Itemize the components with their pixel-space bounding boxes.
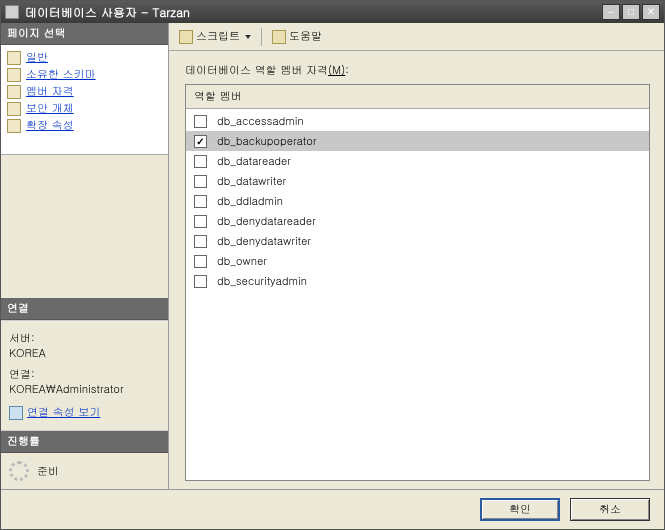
- role-checkbox[interactable]: [194, 175, 207, 188]
- role-checkbox[interactable]: [194, 155, 207, 168]
- role-row[interactable]: db_denydatawriter: [186, 231, 649, 251]
- role-name: db_denydatawriter: [217, 234, 311, 249]
- right-panel: 스크립트 도움말 데이터베이스 역할 멤버 자격(M): 역할 멤버 db_ac…: [169, 23, 664, 489]
- page-item-label: 보안 개체: [26, 101, 74, 116]
- progress-section: 준비: [1, 453, 168, 489]
- role-checkbox[interactable]: [194, 195, 207, 208]
- role-membership-label: 데이터베이스 역할 멤버 자격(M):: [185, 63, 650, 78]
- role-checkbox[interactable]: [194, 215, 207, 228]
- left-spacer: [1, 155, 168, 298]
- view-connection-label: 연결 속성 보기: [27, 405, 100, 420]
- ok-button[interactable]: 확인: [480, 498, 560, 521]
- progress-header: 진행률: [1, 431, 168, 453]
- server-value: KOREA: [9, 346, 160, 361]
- app-icon: [5, 5, 19, 19]
- page-item-general[interactable]: 일반: [3, 49, 166, 66]
- page-icon: [7, 51, 21, 65]
- left-panel: 페이지 선택 일반 소유한 스키마 멤버 자격 보안 개체: [1, 23, 169, 489]
- page-list: 일반 소유한 스키마 멤버 자격 보안 개체 확장 속성: [1, 45, 168, 155]
- dialog-footer: 확인 취소: [1, 489, 664, 529]
- role-name: db_datareader: [217, 154, 291, 169]
- maximize-button[interactable]: □: [622, 4, 640, 20]
- script-button[interactable]: 스크립트: [175, 27, 255, 46]
- role-row[interactable]: db_datawriter: [186, 171, 649, 191]
- role-row[interactable]: db_securityadmin: [186, 271, 649, 291]
- toolbar: 스크립트 도움말: [169, 23, 664, 51]
- role-name: db_owner: [217, 254, 267, 269]
- page-icon: [7, 85, 21, 99]
- role-checkbox[interactable]: [194, 135, 207, 148]
- content-area: 페이지 선택 일반 소유한 스키마 멤버 자격 보안 개체: [1, 23, 664, 489]
- connection-section: 서버: KOREA 연결: KOREA\Administrator 연결 속성 …: [1, 320, 168, 431]
- connection-value: KOREA\Administrator: [9, 382, 160, 397]
- page-icon: [7, 102, 21, 116]
- page-item-label: 확장 속성: [26, 118, 74, 133]
- help-label: 도움말: [289, 29, 322, 44]
- page-item-owned-schemas[interactable]: 소유한 스키마: [3, 66, 166, 83]
- role-name: db_denydatareader: [217, 214, 316, 229]
- toolbar-separator: [261, 28, 262, 46]
- close-button[interactable]: ✕: [642, 4, 660, 20]
- page-item-label: 멤버 자격: [26, 84, 74, 99]
- help-icon: [272, 30, 286, 44]
- role-checkbox[interactable]: [194, 235, 207, 248]
- role-column-header: 역할 멤버: [186, 85, 649, 109]
- connection-header: 연결: [1, 298, 168, 320]
- page-select-header: 페이지 선택: [1, 23, 168, 45]
- progress-status: 준비: [37, 464, 59, 479]
- role-row[interactable]: db_ddladmin: [186, 191, 649, 211]
- window-controls: – □ ✕: [602, 4, 660, 20]
- chevron-down-icon: [245, 35, 251, 39]
- page-item-label: 소유한 스키마: [26, 67, 96, 82]
- role-row[interactable]: db_owner: [186, 251, 649, 271]
- titlebar: 데이터베이스 사용자 - Tarzan – □ ✕: [1, 1, 664, 23]
- cancel-button[interactable]: 취소: [570, 498, 650, 521]
- role-checkbox[interactable]: [194, 275, 207, 288]
- window-title: 데이터베이스 사용자 - Tarzan: [25, 4, 602, 21]
- role-list-box: 역할 멤버 db_accessadmindb_backupoperatordb_…: [185, 84, 650, 481]
- help-button[interactable]: 도움말: [268, 27, 326, 46]
- role-row[interactable]: db_datareader: [186, 151, 649, 171]
- view-connection-properties[interactable]: 연결 속성 보기: [9, 405, 160, 420]
- role-list[interactable]: db_accessadmin db_backupoperator db_datare…: [186, 109, 649, 480]
- connection-label: 연결:: [9, 367, 160, 382]
- page-item-extended-properties[interactable]: 확장 속성: [3, 117, 166, 134]
- role-name: db_datawriter: [217, 174, 286, 189]
- role-name: db_ddladmin: [217, 194, 283, 209]
- role-row[interactable]: db_accessadmin: [186, 111, 649, 131]
- role-row[interactable]: db_backupoperator: [186, 131, 649, 151]
- progress-spinner-icon: [9, 461, 29, 481]
- page-icon: [7, 119, 21, 133]
- role-name: db_securityadmin: [217, 274, 307, 289]
- connection-properties-icon: [9, 406, 23, 420]
- page-item-membership[interactable]: 멤버 자격: [3, 83, 166, 100]
- script-label: 스크립트: [196, 29, 240, 44]
- role-checkbox[interactable]: [194, 255, 207, 268]
- role-name: db_accessadmin: [217, 114, 304, 129]
- dialog-window: 데이터베이스 사용자 - Tarzan – □ ✕ 페이지 선택 일반 소유한 …: [0, 0, 665, 530]
- role-row[interactable]: db_denydatareader: [186, 211, 649, 231]
- page-item-label: 일반: [26, 50, 48, 65]
- role-name: db_backupoperator: [217, 134, 317, 149]
- script-icon: [179, 30, 193, 44]
- page-icon: [7, 68, 21, 82]
- page-item-securables[interactable]: 보안 개체: [3, 100, 166, 117]
- server-label: 서버:: [9, 331, 160, 346]
- role-checkbox[interactable]: [194, 115, 207, 128]
- minimize-button[interactable]: –: [602, 4, 620, 20]
- main-body: 데이터베이스 역할 멤버 자격(M): 역할 멤버 db_accessadmin…: [169, 51, 664, 489]
